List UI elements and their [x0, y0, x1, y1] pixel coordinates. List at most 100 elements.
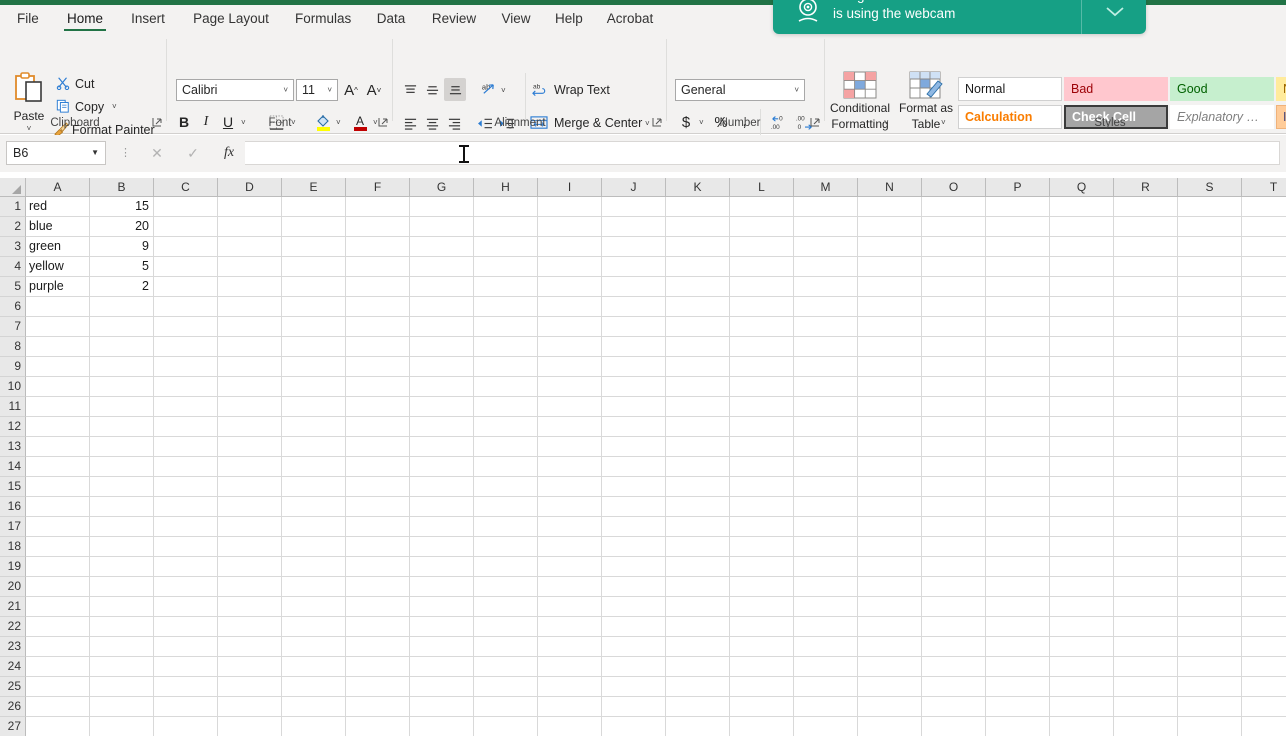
cell-C19[interactable]: [154, 557, 218, 577]
cell-F6[interactable]: [346, 297, 410, 317]
cell-M14[interactable]: [794, 457, 858, 477]
row-header-23[interactable]: 23: [0, 637, 26, 657]
cell-F21[interactable]: [346, 597, 410, 617]
row-header-11[interactable]: 11: [0, 397, 26, 417]
cell-I5[interactable]: [538, 277, 602, 297]
cell-A19[interactable]: [26, 557, 90, 577]
row-header-20[interactable]: 20: [0, 577, 26, 597]
cell-K27[interactable]: [666, 717, 730, 736]
formula-bar-grip[interactable]: ⋮: [120, 146, 131, 159]
cell-D24[interactable]: [218, 657, 282, 677]
cell-S11[interactable]: [1178, 397, 1242, 417]
cell-R13[interactable]: [1114, 437, 1178, 457]
cell-Q2[interactable]: [1050, 217, 1114, 237]
cell-E16[interactable]: [282, 497, 346, 517]
column-header-c[interactable]: C: [154, 178, 218, 197]
cell-E26[interactable]: [282, 697, 346, 717]
cell-O11[interactable]: [922, 397, 986, 417]
row-header-12[interactable]: 12: [0, 417, 26, 437]
format-as-table-button[interactable]: Format as Table ˅: [898, 71, 954, 133]
cell-K17[interactable]: [666, 517, 730, 537]
column-header-m[interactable]: M: [794, 178, 858, 197]
cell-L4[interactable]: [730, 257, 794, 277]
cell-M15[interactable]: [794, 477, 858, 497]
cell-F16[interactable]: [346, 497, 410, 517]
cell-E1[interactable]: [282, 197, 346, 217]
cell-I4[interactable]: [538, 257, 602, 277]
cell-G19[interactable]: [410, 557, 474, 577]
cell-B12[interactable]: [90, 417, 154, 437]
cell-R23[interactable]: [1114, 637, 1178, 657]
cell-R27[interactable]: [1114, 717, 1178, 736]
row-header-4[interactable]: 4: [0, 257, 26, 277]
row-header-18[interactable]: 18: [0, 537, 26, 557]
cell-N6[interactable]: [858, 297, 922, 317]
cell-E13[interactable]: [282, 437, 346, 457]
cell-A22[interactable]: [26, 617, 90, 637]
cell-G24[interactable]: [410, 657, 474, 677]
formula-input[interactable]: [245, 141, 1280, 165]
cell-F22[interactable]: [346, 617, 410, 637]
cell-I23[interactable]: [538, 637, 602, 657]
cell-A2[interactable]: blue: [26, 217, 90, 237]
cell-S9[interactable]: [1178, 357, 1242, 377]
cell-L19[interactable]: [730, 557, 794, 577]
cell-K26[interactable]: [666, 697, 730, 717]
cell-J22[interactable]: [602, 617, 666, 637]
cell-A4[interactable]: yellow: [26, 257, 90, 277]
cell-J5[interactable]: [602, 277, 666, 297]
cell-P3[interactable]: [986, 237, 1050, 257]
cell-F25[interactable]: [346, 677, 410, 697]
cell-O10[interactable]: [922, 377, 986, 397]
cell-E19[interactable]: [282, 557, 346, 577]
cell-N7[interactable]: [858, 317, 922, 337]
cell-H7[interactable]: [474, 317, 538, 337]
cell-P24[interactable]: [986, 657, 1050, 677]
cell-O27[interactable]: [922, 717, 986, 736]
cell-C17[interactable]: [154, 517, 218, 537]
cell-G6[interactable]: [410, 297, 474, 317]
cell-E27[interactable]: [282, 717, 346, 736]
cell-G26[interactable]: [410, 697, 474, 717]
cell-I26[interactable]: [538, 697, 602, 717]
cell-G4[interactable]: [410, 257, 474, 277]
cell-N11[interactable]: [858, 397, 922, 417]
column-header-b[interactable]: B: [90, 178, 154, 197]
cell-B4[interactable]: 5: [90, 257, 154, 277]
cell-J20[interactable]: [602, 577, 666, 597]
cell-P16[interactable]: [986, 497, 1050, 517]
column-header-j[interactable]: J: [602, 178, 666, 197]
cell-J25[interactable]: [602, 677, 666, 697]
cell-T17[interactable]: [1242, 517, 1286, 537]
cell-R1[interactable]: [1114, 197, 1178, 217]
row-header-2[interactable]: 2: [0, 217, 26, 237]
cell-R8[interactable]: [1114, 337, 1178, 357]
row-header-26[interactable]: 26: [0, 697, 26, 717]
cell-S3[interactable]: [1178, 237, 1242, 257]
cell-N13[interactable]: [858, 437, 922, 457]
cell-D14[interactable]: [218, 457, 282, 477]
cell-Q4[interactable]: [1050, 257, 1114, 277]
cell-T15[interactable]: [1242, 477, 1286, 497]
cell-H11[interactable]: [474, 397, 538, 417]
cell-B22[interactable]: [90, 617, 154, 637]
cell-S7[interactable]: [1178, 317, 1242, 337]
number-format-combo[interactable]: General ˅: [675, 79, 805, 101]
cell-C21[interactable]: [154, 597, 218, 617]
webcam-notification-toast[interactable]: Snagit is using the webcam: [773, 0, 1146, 34]
cell-C11[interactable]: [154, 397, 218, 417]
cell-F18[interactable]: [346, 537, 410, 557]
cell-A27[interactable]: [26, 717, 90, 736]
cell-H2[interactable]: [474, 217, 538, 237]
cell-S2[interactable]: [1178, 217, 1242, 237]
cell-R14[interactable]: [1114, 457, 1178, 477]
cell-I3[interactable]: [538, 237, 602, 257]
cell-H20[interactable]: [474, 577, 538, 597]
cell-R20[interactable]: [1114, 577, 1178, 597]
cell-Q20[interactable]: [1050, 577, 1114, 597]
cell-F23[interactable]: [346, 637, 410, 657]
cell-C23[interactable]: [154, 637, 218, 657]
cell-N25[interactable]: [858, 677, 922, 697]
cell-L3[interactable]: [730, 237, 794, 257]
cell-C14[interactable]: [154, 457, 218, 477]
